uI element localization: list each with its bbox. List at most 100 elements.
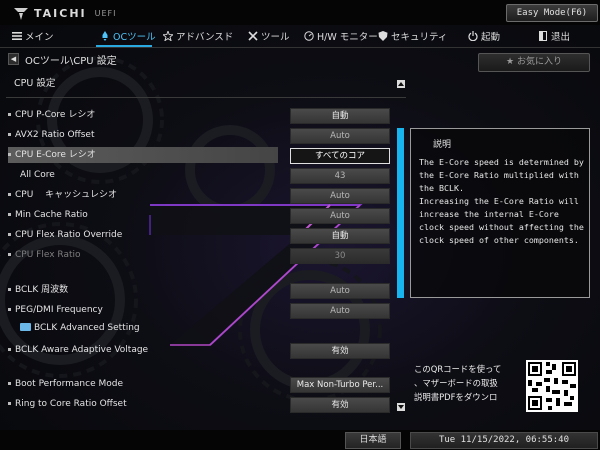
setting-row-flex-ratio: CPU Flex Ratio 30: [8, 247, 394, 264]
setting-value[interactable]: 自動: [290, 228, 390, 244]
setting-label: CPU Flex Ratio Override: [15, 230, 123, 240]
tab-exit-label: 退出: [551, 32, 571, 43]
star-icon: [163, 31, 173, 41]
tab-security-label: セキュリティ: [391, 32, 448, 43]
favorite-label: お気に入り: [516, 57, 562, 67]
tab-hw-monitor-label: H/W モニター: [317, 32, 378, 43]
bullet: [8, 213, 11, 216]
setting-label: BCLK Aware Adaptive Voltage: [15, 345, 149, 355]
setting-row-bclk-frequency[interactable]: BCLK 周波数 Auto: [8, 282, 394, 299]
setting-row-all-core[interactable]: All Core 43: [8, 167, 394, 184]
datetime-display: Tue 11/15/2022, 06:55:40: [410, 432, 598, 449]
submenu-label-wrap: BCLK Advanced Setting: [20, 320, 140, 336]
taichi-logo-icon: [14, 7, 28, 20]
qr-caption: このQRコードを使って 、マザーボードの取扱 説明書PDFをダウンロ: [414, 364, 502, 402]
setting-value[interactable]: Max Non-Turbo Per...: [290, 377, 390, 393]
bullet: [8, 348, 11, 351]
back-arrow-icon[interactable]: ◀: [8, 53, 19, 65]
easy-mode-button[interactable]: Easy Mode(F6): [506, 4, 598, 22]
bullet: [8, 233, 11, 236]
setting-label: PEG/DMI Frequency: [15, 305, 103, 315]
nav-divider: [0, 47, 600, 48]
tab-exit[interactable]: 退出: [538, 26, 570, 46]
bullet: [8, 113, 11, 116]
setting-label: Boot Performance Mode: [15, 379, 123, 389]
bullet: [8, 402, 11, 405]
setting-value[interactable]: Auto: [290, 188, 390, 204]
setting-label: CPU P-Core レシオ: [15, 110, 96, 120]
tab-security[interactable]: セキュリティ: [378, 26, 447, 46]
shield-icon: [378, 31, 388, 41]
setting-label: AVX2 Ratio Offset: [15, 130, 95, 140]
tab-advanced-label: アドバンスド: [176, 32, 234, 43]
setting-value[interactable]: すべてのコア: [290, 148, 390, 164]
setting-label: BCLK 周波数: [15, 285, 69, 295]
setting-value[interactable]: 自動: [290, 108, 390, 124]
rocket-icon: [102, 31, 108, 41]
tab-tools-label: ツール: [261, 32, 290, 43]
tab-tools[interactable]: ツール: [248, 26, 290, 46]
logo-name: TAICHI: [34, 7, 87, 20]
description-title: 説明: [433, 140, 452, 150]
tab-oc-tools[interactable]: OCツール: [100, 26, 156, 46]
tab-main[interactable]: メイン: [12, 26, 54, 46]
power-icon: [468, 31, 478, 41]
tab-boot[interactable]: 起動: [468, 26, 500, 46]
tab-advanced[interactable]: アドバンスド: [163, 26, 233, 46]
setting-row-p-core-ratio[interactable]: CPU P-Core レシオ 自動: [8, 107, 394, 124]
tab-main-label: メイン: [25, 32, 54, 43]
setting-label: Min Cache Ratio: [15, 210, 88, 220]
section-divider: [6, 97, 406, 98]
star-outline-icon: ★: [506, 57, 517, 67]
section-title: CPU 設定: [14, 78, 56, 89]
setting-row-cache-ratio[interactable]: CPU キャッシュレシオ Auto: [8, 187, 394, 204]
setting-row-min-cache-ratio[interactable]: Min Cache Ratio Auto: [8, 207, 394, 224]
setting-row-bclk-aware-voltage[interactable]: BCLK Aware Adaptive Voltage 有効: [8, 342, 394, 359]
menu-icon: [12, 32, 22, 40]
setting-value[interactable]: Auto: [290, 208, 390, 224]
brand-logo: TAICHI UEFI: [14, 7, 117, 20]
scroll-down-button[interactable]: [397, 403, 405, 411]
description-body: The E-Core speed is determined by the E-…: [419, 157, 584, 245]
setting-row-peg-dmi-frequency[interactable]: PEG/DMI Frequency Auto: [8, 302, 394, 319]
setting-value[interactable]: Auto: [290, 283, 390, 299]
setting-row-avx2-offset[interactable]: AVX2 Ratio Offset Auto: [8, 127, 394, 144]
setting-value: 30: [290, 248, 390, 264]
setting-label: All Core: [20, 170, 55, 180]
description-panel: 説明 The E-Core speed is determined by the…: [410, 128, 590, 298]
bullet: [8, 288, 11, 291]
setting-row-e-core-ratio[interactable]: CPU E-Core レシオ すべてのコア: [8, 147, 394, 164]
setting-value[interactable]: Auto: [290, 303, 390, 319]
setting-row-flex-ratio-override[interactable]: CPU Flex Ratio Override 自動: [8, 227, 394, 244]
setting-value[interactable]: 43: [290, 168, 390, 184]
setting-row-boot-performance-mode[interactable]: Boot Performance Mode Max Non-Turbo Per.…: [8, 376, 394, 393]
bullet: [8, 133, 11, 136]
setting-value[interactable]: 有効: [290, 397, 390, 413]
bullet: [8, 382, 11, 385]
setting-label: CPU キャッシュレシオ: [15, 190, 117, 200]
tab-boot-label: 起動: [481, 32, 501, 43]
setting-label: CPU E-Core レシオ: [15, 150, 96, 160]
tab-hw-monitor[interactable]: H/W モニター: [304, 26, 378, 46]
setting-value[interactable]: 有効: [290, 343, 390, 359]
bullet: [8, 153, 11, 156]
submenu-bclk-advanced[interactable]: BCLK Advanced Setting: [8, 320, 394, 336]
logo-suffix: UEFI: [94, 9, 117, 18]
bullet: [8, 193, 11, 196]
main-nav: メイン OCツール アドバンスド ツール H/W モニター セキュリティ 起動 …: [0, 26, 600, 46]
bullet: [8, 308, 11, 311]
favorite-button[interactable]: ★ お気に入り: [478, 53, 590, 72]
setting-label: Ring to Core Ratio Offset: [15, 399, 127, 409]
language-button[interactable]: 日本語: [345, 432, 401, 449]
scrollbar-thumb[interactable]: [397, 128, 404, 298]
tab-oc-tools-label: OCツール: [113, 32, 156, 43]
setting-label: BCLK Advanced Setting: [34, 323, 140, 333]
scroll-up-button[interactable]: [397, 80, 405, 88]
bullet: [8, 253, 11, 256]
exit-icon: [539, 31, 547, 41]
breadcrumb-text: OCツール\CPU 設定: [25, 55, 117, 67]
setting-row-ring-core-offset[interactable]: Ring to Core Ratio Offset 有効: [8, 396, 394, 413]
monitor-icon: [304, 31, 314, 41]
setting-value[interactable]: Auto: [290, 128, 390, 144]
qr-code-icon: [526, 360, 578, 412]
